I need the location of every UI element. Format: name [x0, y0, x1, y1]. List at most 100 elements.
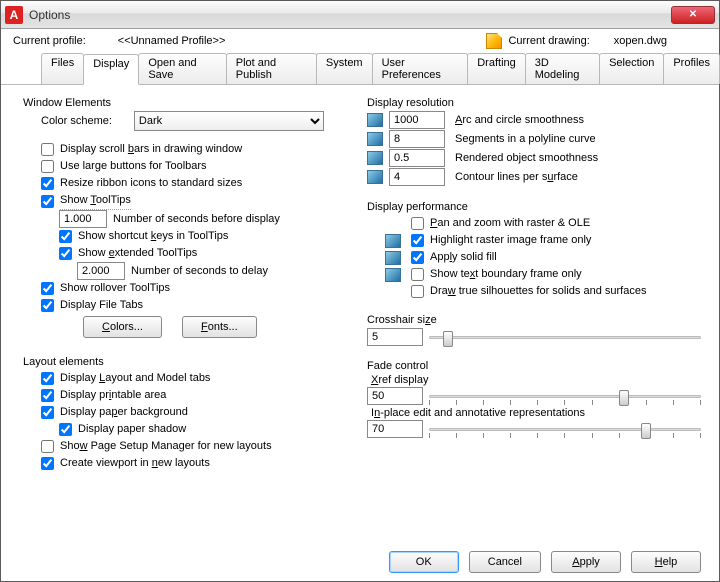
drawing-variable-icon — [367, 113, 383, 127]
group-fade-control: Fade control Xref display In-place edit … — [367, 356, 701, 438]
current-profile-label: Current profile: — [13, 35, 86, 47]
layout-model-tabs-checkbox[interactable] — [41, 372, 54, 385]
object-smoothness-label: Rendered object smoothness — [455, 152, 598, 164]
page-setup-mgr-label: Show Page Setup Manager for new layouts — [60, 438, 272, 455]
tab-plot-publish[interactable]: Plot and Publish — [226, 53, 317, 84]
extended-tooltips-checkbox[interactable] — [59, 247, 72, 260]
tab-content: Window Elements Color scheme: Dark Displ… — [1, 85, 719, 543]
create-viewport-checkbox[interactable] — [41, 457, 54, 470]
resize-ribbon-checkbox[interactable] — [41, 177, 54, 190]
tab-3d-modeling[interactable]: 3D Modeling — [525, 53, 600, 84]
drawing-variable-icon — [367, 132, 383, 146]
options-dialog: A Options ✕ Current profile: <<Unnamed P… — [0, 0, 720, 582]
pan-zoom-label: Pan and zoom with raster & OLE — [430, 215, 590, 232]
polyline-segments-input[interactable] — [389, 130, 445, 148]
xref-display-slider[interactable] — [429, 387, 701, 405]
highlight-raster-label: Highlight raster image frame only — [430, 232, 591, 249]
solid-fill-checkbox[interactable] — [411, 251, 424, 264]
inplace-edit-label: In-place edit and annotative representat… — [371, 407, 701, 419]
highlight-raster-checkbox[interactable] — [411, 234, 424, 247]
group-window-elements: Window Elements Color scheme: Dark Displ… — [23, 93, 357, 338]
color-scheme-label: Color scheme: — [41, 113, 112, 130]
tab-open-save[interactable]: Open and Save — [138, 53, 226, 84]
shortcut-keys-checkbox[interactable] — [59, 230, 72, 243]
paper-shadow-label: Display paper shadow — [78, 421, 186, 438]
file-tabs-label: Display File Tabs — [60, 297, 143, 314]
paper-background-label: Display paper background — [60, 404, 188, 421]
current-drawing-value: xopen.dwg — [614, 35, 667, 47]
inplace-edit-slider[interactable] — [429, 420, 701, 438]
tab-profiles[interactable]: Profiles — [663, 53, 720, 84]
crosshair-title: Crosshair size — [367, 314, 701, 326]
text-boundary-checkbox[interactable] — [411, 268, 424, 281]
titlebar: A Options ✕ — [1, 1, 719, 29]
page-setup-mgr-checkbox[interactable] — [41, 440, 54, 453]
drawing-variable-icon — [367, 151, 383, 165]
tab-drafting[interactable]: Drafting — [467, 53, 526, 84]
colors-button[interactable]: Colors... — [83, 316, 162, 338]
rollover-tooltips-label: Show rollover ToolTips — [60, 280, 170, 297]
extended-tooltips-label: Show extended ToolTips — [78, 245, 197, 262]
create-viewport-label: Create viewport in new layouts — [60, 455, 210, 472]
drawing-icon — [486, 33, 502, 49]
group-crosshair: Crosshair size — [367, 310, 701, 346]
pan-zoom-checkbox[interactable] — [411, 217, 424, 230]
contour-lines-input[interactable] — [389, 168, 445, 186]
true-silhouettes-checkbox[interactable] — [411, 285, 424, 298]
ok-button[interactable]: OK — [389, 551, 459, 573]
tab-strip: Files Display Open and Save Plot and Pub… — [1, 53, 719, 85]
display-performance-title: Display performance — [367, 201, 701, 213]
tab-files[interactable]: Files — [41, 53, 84, 84]
apply-button[interactable]: Apply — [551, 551, 621, 573]
object-smoothness-input[interactable] — [389, 149, 445, 167]
show-tooltips-checkbox[interactable] — [41, 195, 54, 208]
paper-shadow-checkbox[interactable] — [59, 423, 72, 436]
current-profile-value: <<Unnamed Profile>> — [118, 35, 226, 47]
polyline-segments-label: Segments in a polyline curve — [455, 133, 596, 145]
rollover-tooltips-checkbox[interactable] — [41, 282, 54, 295]
solid-fill-label: Apply solid fill — [430, 249, 497, 266]
inplace-edit-input[interactable] — [367, 420, 423, 438]
tab-user-preferences[interactable]: User Preferences — [372, 53, 469, 84]
scroll-bars-checkbox[interactable] — [41, 143, 54, 156]
group-layout-elements: Layout elements Display Layout and Model… — [23, 352, 357, 472]
scroll-bars-label: Display scroll bars in drawing window — [60, 141, 242, 158]
drawing-variable-icon — [367, 170, 383, 184]
paper-background-checkbox[interactable] — [41, 406, 54, 419]
tab-display[interactable]: Display — [83, 54, 139, 85]
seconds-delay-label: Number of seconds to delay — [131, 263, 268, 280]
fade-control-title: Fade control — [367, 360, 701, 372]
close-button[interactable]: ✕ — [671, 6, 715, 24]
true-silhouettes-label: Draw true silhouettes for solids and sur… — [430, 283, 646, 300]
show-tooltips-label: Show ToolTips — [60, 192, 131, 210]
resize-ribbon-label: Resize ribbon icons to standard sizes — [60, 175, 242, 192]
file-tabs-checkbox[interactable] — [41, 299, 54, 312]
xref-display-input[interactable] — [367, 387, 423, 405]
seconds-before-input[interactable] — [59, 210, 107, 228]
large-buttons-label: Use large buttons for Toolbars — [60, 158, 207, 175]
crosshair-input[interactable] — [367, 328, 423, 346]
help-button[interactable]: Help — [631, 551, 701, 573]
fonts-button[interactable]: Fonts... — [182, 316, 257, 338]
color-scheme-select[interactable]: Dark — [134, 111, 324, 131]
layout-elements-title: Layout elements — [23, 356, 357, 368]
shortcut-keys-label: Show shortcut keys in ToolTips — [78, 228, 228, 245]
cancel-button[interactable]: Cancel — [469, 551, 541, 573]
app-icon: A — [5, 6, 23, 24]
tab-selection[interactable]: Selection — [599, 53, 664, 84]
drawing-variable-icon — [385, 268, 401, 282]
dialog-footer: OK Cancel Apply Help — [1, 543, 719, 581]
current-drawing-label: Current drawing: — [508, 35, 589, 47]
arc-smoothness-input[interactable] — [389, 111, 445, 129]
arc-smoothness-label: Arc and circle smoothness — [455, 114, 584, 126]
profile-header: Current profile: <<Unnamed Profile>> Cur… — [1, 29, 719, 51]
seconds-delay-input[interactable] — [77, 262, 125, 280]
crosshair-slider[interactable] — [429, 328, 701, 346]
printable-area-checkbox[interactable] — [41, 389, 54, 402]
drawing-variable-icon — [385, 234, 401, 248]
group-display-resolution: Display resolution Arc and circle smooth… — [367, 93, 701, 187]
large-buttons-checkbox[interactable] — [41, 160, 54, 173]
group-display-performance: Display performance Pan and zoom with ra… — [367, 197, 701, 300]
tab-system[interactable]: System — [316, 53, 373, 84]
drawing-variable-icon — [385, 251, 401, 265]
